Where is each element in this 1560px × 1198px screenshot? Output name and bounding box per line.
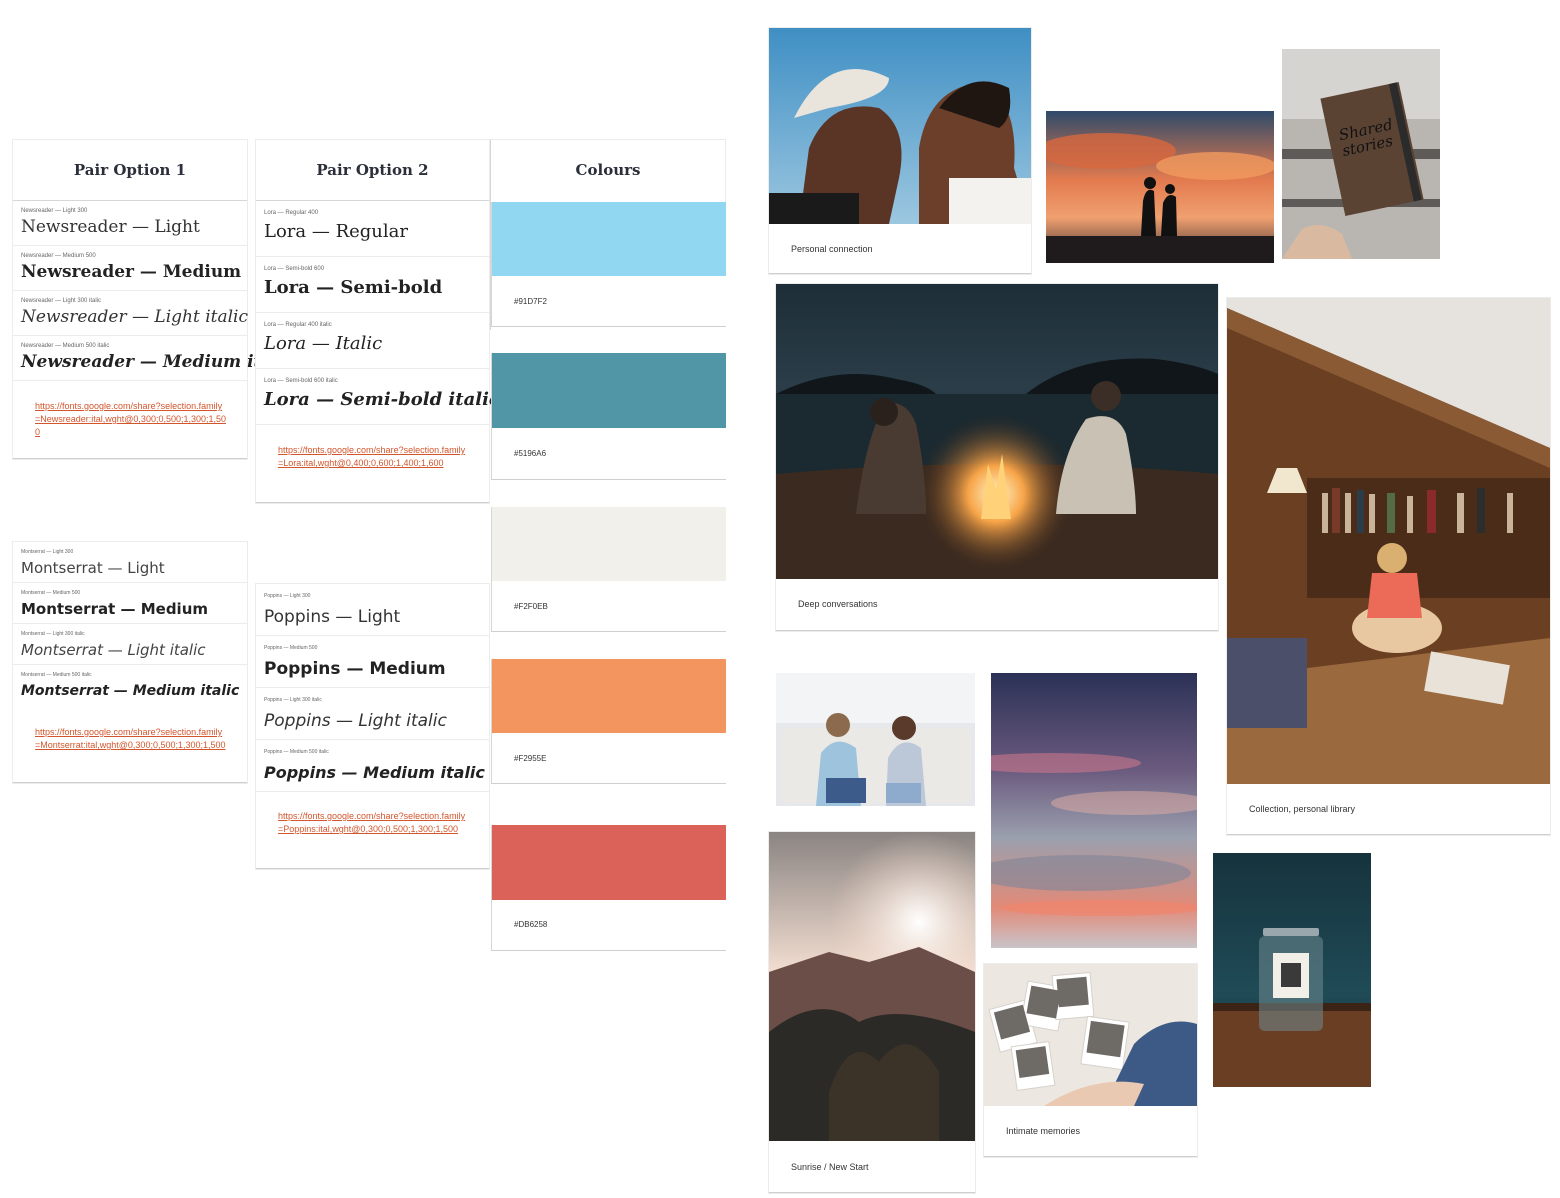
font-caption: Lora — Semi-bold 600 italic [264,378,338,384]
couple-photo [769,28,1031,224]
photo-caption: Sunrise / New Start [791,1162,869,1172]
font-sample: Poppins — Medium italic [264,763,485,782]
font-row: Poppins — Medium 500 Poppins — Medium [256,636,489,688]
font-row: Lora — Semi-bold 600 italic Lora — Semi-… [256,369,500,425]
font-row: Montserrat — Medium 500 italic Montserra… [13,665,247,711]
jar-photo [1213,853,1371,1087]
pair2-serif-card: Pair Option 2 Lora — Regular 400 Lora — … [256,140,500,503]
colour-swatch-card: #F2F0EB [491,507,726,632]
pair1-sans-card: Montserrat — Light 300 Montserrat — Ligh… [13,542,247,783]
google-fonts-link[interactable]: https://fonts.google.com/share?selection… [278,810,470,836]
font-sample: Newsreader — Medium [21,262,242,282]
font-row: Newsreader — Light 300 italic Newsreader… [13,291,249,336]
font-caption: Newsreader — Medium 500 italic [21,343,110,349]
font-row: Lora — Regular 400 italic Lora — Italic [256,313,489,369]
font-sample: Newsreader — Medium italic [21,352,296,372]
font-caption: Poppins — Medium 500 italic [264,749,329,755]
library-photo [1227,298,1550,784]
font-row: Montserrat — Light 300 italic Montserrat… [13,624,247,665]
font-caption: Lora — Regular 400 [264,210,319,216]
colour-chip [492,507,726,581]
google-fonts-link[interactable]: https://fonts.google.com/share?selection… [35,726,227,752]
font-sample: Poppins — Light [264,607,401,627]
font-caption: Newsreader — Light 300 italic [21,298,102,304]
font-caption: Montserrat — Light 300 italic [21,631,85,637]
photo-caption: Deep conversations [798,599,878,609]
font-sample: Newsreader — Light [21,217,200,237]
colour-swatch-card: #F2955E [491,659,726,784]
photo-caption: Collection, personal library [1249,804,1356,814]
font-caption: Poppins — Light 300 [264,593,311,599]
font-row: Montserrat — Light 300 Montserrat — Ligh… [13,542,247,583]
pair1-title: Pair Option 1 [13,140,247,201]
colour-chip [492,353,726,428]
colour-chip [492,659,726,733]
pair1-serif-card: Pair Option 1 Newsreader — Light 300 New… [13,140,296,459]
font-caption: Newsreader — Light 300 [21,208,88,214]
polaroids-photo [984,964,1197,1106]
font-caption: Montserrat — Medium 500 [21,590,81,596]
colour-chip [492,825,726,900]
font-caption: Montserrat — Medium 500 italic [21,672,92,678]
colour-hex: #F2F0EB [514,602,548,611]
pair2-title: Pair Option 2 [256,140,489,201]
sunset-clouds-photo [991,673,1197,948]
photo-caption: Personal connection [791,244,873,254]
font-sample: Poppins — Medium [264,659,446,679]
photo-card-deep-conversations: Deep conversations [776,284,1218,631]
colour-swatch-card: #91D7F2 [491,202,726,327]
font-sample: Lora — Semi-bold [264,277,443,298]
font-row: Poppins — Light 300 Poppins — Light [256,584,489,636]
sunset-couple-photo [1046,111,1274,263]
photo-card-sunrise: Sunrise / New Start [769,832,975,1193]
font-row: Newsreader — Medium 500 Newsreader — Med… [13,246,247,291]
font-row: Lora — Semi-bold 600 Lora — Semi-bold [256,257,489,313]
font-caption: Lora — Semi-bold 600 [264,266,325,272]
font-row: Poppins — Medium 500 italic Poppins — Me… [256,740,489,792]
colour-chip [492,202,726,276]
colours-title: Colours [575,161,641,179]
font-sample: Lora — Regular [264,221,408,242]
font-sample: Poppins — Light italic [264,711,447,731]
colour-swatch-card: #5196A6 [491,353,726,480]
colours-header-card: Colours [491,140,725,202]
font-caption: Lora — Regular 400 italic [264,322,332,328]
font-row: Montserrat — Medium 500 Montserrat — Med… [13,583,247,624]
font-row: Newsreader — Light 300 Newsreader — Ligh… [13,201,247,246]
font-row: Poppins — Light 300 italic Poppins — Lig… [256,688,489,740]
photo-card-intimate: Intimate memories [984,964,1197,1157]
sofa-couple-photo [776,673,975,806]
font-sample: Montserrat — Medium [21,600,209,618]
campfire-photo [776,284,1218,579]
google-fonts-link[interactable]: https://fonts.google.com/share?selection… [35,400,227,439]
colour-hex: #5196A6 [514,449,547,458]
font-caption: Poppins — Medium 500 [264,645,318,651]
colour-hex: #F2955E [514,754,547,763]
font-caption: Newsreader — Medium 500 [21,253,96,259]
font-row: Newsreader — Medium 500 italic Newsreade… [13,336,296,381]
photo-card-collection: Collection, personal library [1227,298,1550,835]
photo-caption: Intimate memories [1006,1126,1081,1136]
colour-swatch-card: #DB6258 [491,825,726,951]
font-caption: Poppins — Light 300 italic [264,697,322,703]
font-row: Lora — Regular 400 Lora — Regular [256,201,489,257]
font-sample: Newsreader — Light italic [21,307,249,327]
colour-hex: #91D7F2 [514,297,547,306]
photo-card-personal-connection: Personal connection [769,28,1031,274]
font-caption: Montserrat — Light 300 [21,549,74,555]
font-sample: Lora — Italic [264,333,383,354]
font-sample: Montserrat — Medium italic [21,683,240,699]
font-sample: Montserrat — Light [21,559,165,577]
pair2-sans-card: Poppins — Light 300 Poppins — Light Popp… [256,584,489,869]
sunrise-photo [769,832,975,1141]
colour-hex: #DB6258 [514,920,548,929]
font-sample: Lora — Semi-bold italic [264,389,500,410]
google-fonts-link[interactable]: https://fonts.google.com/share?selection… [278,444,470,470]
font-sample: Montserrat — Light italic [21,641,206,659]
